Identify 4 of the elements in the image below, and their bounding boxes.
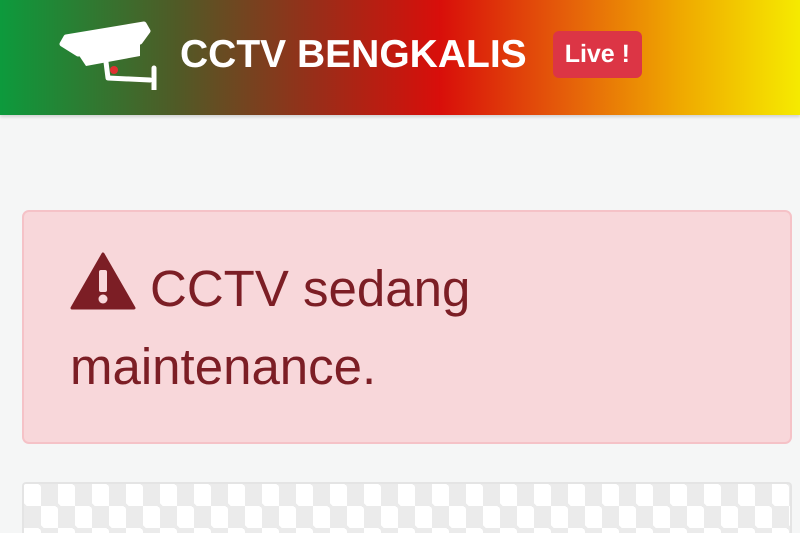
alert-message: CCTV sedang maintenance. bbox=[70, 250, 744, 406]
warning-icon bbox=[70, 252, 136, 310]
site-title: CCTV BENGKALIS bbox=[180, 32, 527, 76]
live-badge: Live ! bbox=[552, 31, 642, 78]
